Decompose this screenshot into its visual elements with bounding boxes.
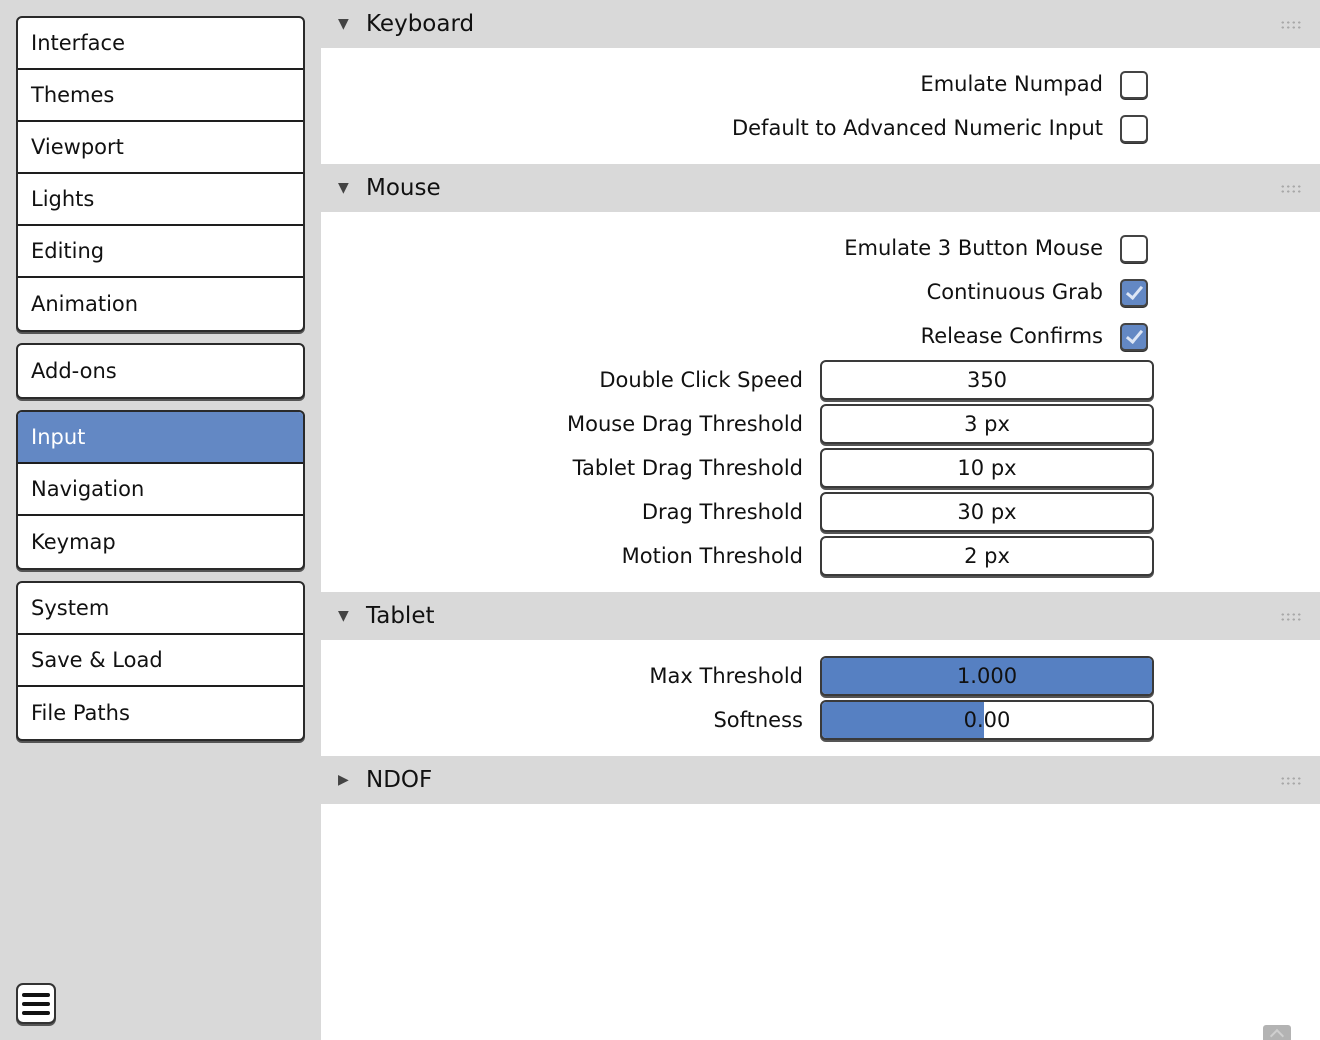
preferences-sidebar: Interface Themes Viewport Lights Editing… [0,0,321,1040]
sidebar-item-lights[interactable]: Lights [18,174,303,226]
mouse-drag-threshold-value: 3 px [964,412,1010,436]
expanded-triangle-icon: ▼ [338,16,349,32]
mouse-drag-threshold-field[interactable]: 3 px [820,404,1154,444]
hamburger-menu-icon [22,992,50,997]
sidebar-item-viewport[interactable]: Viewport [18,122,303,174]
hamburger-menu-icon-line [22,1010,50,1015]
emulate-numpad-label: Emulate Numpad [920,72,1103,96]
mouse-drag-threshold-label: Mouse Drag Threshold [567,412,803,436]
softness-label: Softness [713,708,803,732]
tablet-drag-threshold-field[interactable]: 10 px [820,448,1154,488]
release-confirms-label: Release Confirms [920,324,1103,348]
double-click-speed-label: Double Click Speed [599,368,803,392]
sidebar-item-save-load[interactable]: Save & Load [18,635,303,687]
softness-value: 0.00 [963,708,1011,732]
panel-header-ndof[interactable]: ▶ NDOF [321,756,1320,804]
row-release-confirms: Release Confirms [321,316,1320,356]
panel-header-tablet[interactable]: ▼ Tablet [321,592,1320,640]
panel-title-mouse: Mouse [366,175,441,201]
preferences-main-area: ▼ Keyboard Emulate Numpad Default to Adv… [321,0,1320,1040]
max-threshold-value: 1.000 [956,664,1018,688]
emulate-3-button-checkbox[interactable] [1120,235,1148,263]
row-motion-threshold: Motion Threshold 2 px [321,536,1320,576]
panel-title-ndof: NDOF [366,767,433,793]
drag-grip-icon[interactable] [1280,776,1302,786]
continuous-grab-label: Continuous Grab [926,280,1103,304]
row-max-threshold: Max Threshold 1.000 [321,656,1320,696]
sidebar-item-input[interactable]: Input [18,412,303,464]
drag-threshold-field[interactable]: 30 px [820,492,1154,532]
row-double-click-speed: Double Click Speed 350 [321,360,1320,400]
row-softness: Softness 0.00 [321,700,1320,740]
panel-header-keyboard[interactable]: ▼ Keyboard [321,0,1320,48]
panel-header-mouse[interactable]: ▼ Mouse [321,164,1320,212]
sidebar-item-system[interactable]: System [18,583,303,635]
sidebar-item-navigation[interactable]: Navigation [18,464,303,516]
nav-group-addons: Add-ons [16,343,305,399]
motion-threshold-value: 2 px [964,544,1010,568]
row-drag-threshold: Drag Threshold 30 px [321,492,1320,532]
checkmark-icon [1125,281,1144,301]
sidebar-item-file-paths[interactable]: File Paths [18,687,303,739]
max-threshold-slider[interactable]: 1.000 [820,656,1154,696]
softness-slider[interactable]: 0.00 [820,700,1154,740]
motion-threshold-field[interactable]: 2 px [820,536,1154,576]
sidebar-item-themes[interactable]: Themes [18,70,303,122]
tablet-drag-threshold-value: 10 px [957,456,1017,480]
panel-title-keyboard: Keyboard [366,11,475,37]
scroll-up-button[interactable] [1263,1025,1291,1040]
max-threshold-label: Max Threshold [649,664,803,688]
row-tablet-drag-threshold: Tablet Drag Threshold 10 px [321,448,1320,488]
drag-grip-icon[interactable] [1280,612,1302,622]
double-click-speed-value: 350 [966,368,1008,392]
row-emulate-3-button: Emulate 3 Button Mouse [321,228,1320,268]
nav-group-input: Input Navigation Keymap [16,410,305,570]
sidebar-item-keymap[interactable]: Keymap [18,516,303,568]
sidebar-item-interface[interactable]: Interface [18,18,303,70]
default-advanced-numeric-label: Default to Advanced Numeric Input [731,116,1103,140]
row-emulate-numpad: Emulate Numpad [321,64,1320,104]
hamburger-menu-icon-line [22,1001,50,1006]
sidebar-item-addons[interactable]: Add-ons [18,345,303,397]
row-mouse-drag-threshold: Mouse Drag Threshold 3 px [321,404,1320,444]
sidebar-item-animation[interactable]: Animation [18,278,303,330]
motion-threshold-label: Motion Threshold [621,544,803,568]
checkmark-icon [1125,325,1144,345]
emulate-3-button-label: Emulate 3 Button Mouse [844,236,1103,260]
expanded-triangle-icon: ▼ [338,608,349,624]
emulate-numpad-checkbox[interactable] [1120,71,1148,99]
continuous-grab-checkbox[interactable] [1120,279,1148,307]
release-confirms-checkbox[interactable] [1120,323,1148,351]
row-default-advanced-numeric: Default to Advanced Numeric Input [321,108,1320,148]
row-continuous-grab: Continuous Grab [321,272,1320,312]
drag-grip-icon[interactable] [1280,20,1302,30]
default-advanced-numeric-checkbox[interactable] [1120,115,1148,143]
drag-grip-icon[interactable] [1280,184,1302,194]
sidebar-item-editing[interactable]: Editing [18,226,303,278]
nav-group-system: System Save & Load File Paths [16,581,305,741]
preferences-menu-button[interactable] [16,983,56,1024]
double-click-speed-field[interactable]: 350 [820,360,1154,400]
nav-group-general: Interface Themes Viewport Lights Editing… [16,16,305,332]
drag-threshold-value: 30 px [957,500,1017,524]
expanded-triangle-icon: ▼ [338,180,349,196]
collapsed-triangle-icon: ▶ [338,772,349,788]
drag-threshold-label: Drag Threshold [641,500,803,524]
tablet-drag-threshold-label: Tablet Drag Threshold [572,456,803,480]
panel-title-tablet: Tablet [366,603,435,629]
